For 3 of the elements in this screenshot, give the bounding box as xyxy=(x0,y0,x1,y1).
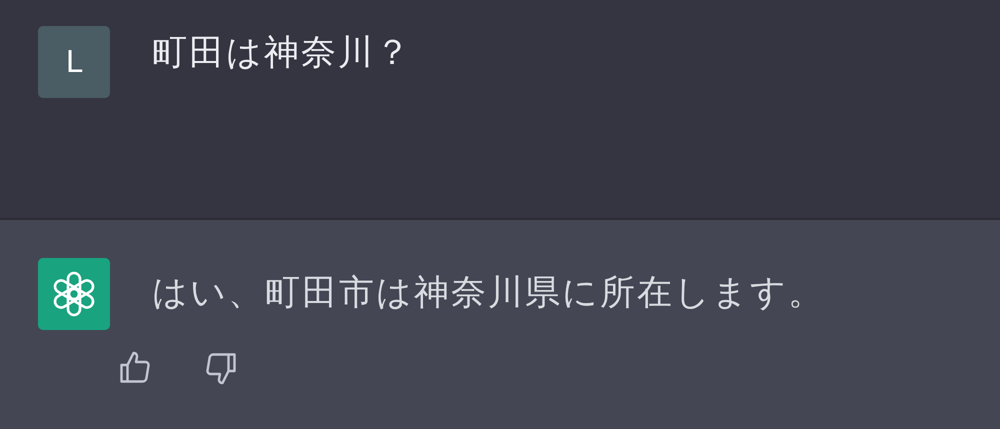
message-text: 町田は神奈川？ xyxy=(152,32,412,74)
message-text: はい、町田市は神奈川県に所在します。 xyxy=(152,272,825,314)
user-avatar: L xyxy=(38,26,110,98)
